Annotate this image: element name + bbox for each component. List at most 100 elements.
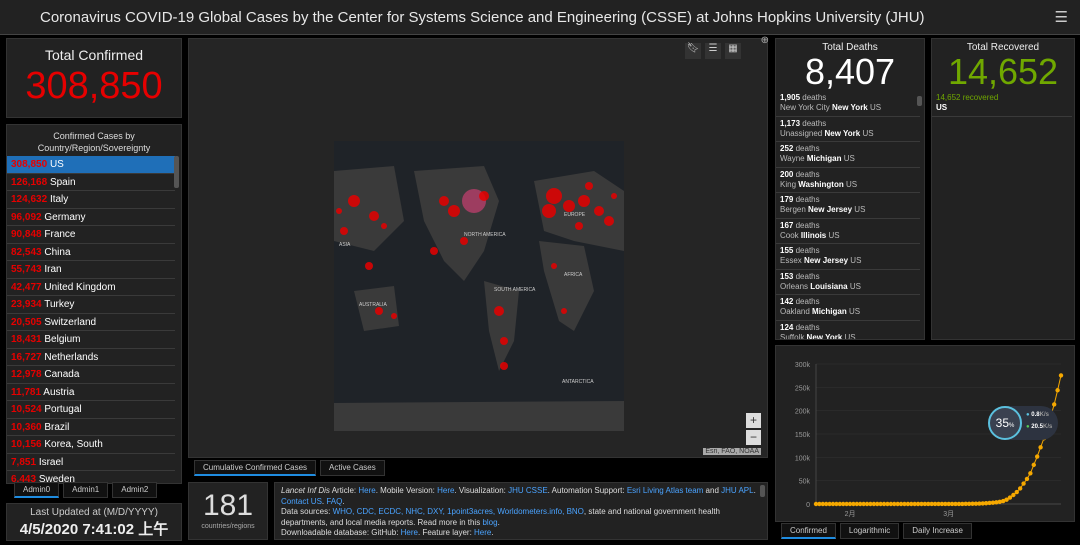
case-marker[interactable] [479, 191, 489, 201]
state: New Jersey [808, 205, 853, 214]
case-marker[interactable] [494, 306, 504, 316]
country-row[interactable]: 20,505 Switzerland [7, 314, 175, 331]
text: . [497, 517, 500, 527]
blog-link[interactable]: blog [482, 518, 497, 527]
case-marker[interactable] [336, 208, 342, 214]
death-item[interactable]: 179 deaths Bergen New Jersey US [776, 193, 920, 219]
tab-admin0[interactable]: Admin0 [14, 482, 60, 498]
case-marker[interactable] [578, 195, 590, 207]
world-map[interactable]: ASIA NORTH AMERICA EUROPE AFRICA AUSTRAL… [334, 141, 624, 431]
case-marker[interactable] [575, 222, 583, 230]
mobile-link[interactable]: Here [437, 486, 454, 495]
case-marker[interactable] [448, 205, 460, 217]
basemap-gallery-icon[interactable]: ▦ [725, 43, 741, 59]
death-item[interactable]: 167 deaths Cook Illinois US [776, 219, 920, 244]
scrollbar[interactable] [917, 96, 922, 106]
case-marker[interactable] [546, 188, 562, 204]
country-row[interactable]: 10,156 Korea, South [7, 436, 175, 454]
case-marker[interactable] [381, 223, 387, 229]
title-bar: Coronavirus COVID-19 Global Cases by the… [0, 0, 1080, 35]
total-deaths-value: 8,407 [804, 51, 896, 92]
text: Article: [329, 486, 359, 495]
country-row[interactable]: 82,543 China [7, 244, 175, 261]
case-marker[interactable] [365, 262, 373, 270]
country-row[interactable]: 126,168 Spain [7, 174, 175, 191]
case-marker[interactable] [369, 211, 379, 221]
case-marker[interactable] [460, 237, 468, 245]
case-marker[interactable] [439, 196, 449, 206]
death-item[interactable]: 252 deaths Wayne Michigan US [776, 142, 920, 168]
country-row[interactable]: 18,431 Belgium [7, 331, 175, 349]
death-item[interactable]: 1,905 deaths New York City New York US [776, 91, 920, 117]
text: . [342, 496, 345, 506]
expand-icon[interactable]: ⊕ [761, 35, 769, 46]
zoom-out-button[interactable]: − [746, 430, 761, 445]
case-marker[interactable] [611, 193, 617, 199]
hamburger-icon[interactable]: ☰ [1055, 8, 1068, 26]
recovered-item[interactable]: 14,652 recovered US [932, 91, 1072, 117]
github-link[interactable]: Here [401, 528, 418, 537]
tab-active-cases[interactable]: Active Cases [320, 460, 385, 476]
death-item[interactable]: 1,173 deaths Unassigned New York US [776, 117, 920, 142]
feature-layer-link[interactable]: Here [474, 528, 491, 537]
country-row[interactable]: 7,851 Israel [7, 454, 175, 471]
country: US [869, 103, 882, 112]
death-item[interactable]: 124 deaths Suffolk New York US [776, 321, 920, 340]
case-marker[interactable] [340, 227, 348, 235]
country-row[interactable]: 10,524 Portugal [7, 401, 175, 419]
tab-daily-increase[interactable]: Daily Increase [903, 523, 972, 539]
case-marker[interactable] [542, 204, 556, 218]
country-row[interactable]: 96,092 Germany [7, 209, 175, 226]
country-name: Switzerland [44, 316, 97, 328]
death-item[interactable]: 155 deaths Essex New Jersey US [776, 244, 920, 270]
tab-logarithmic[interactable]: Logarithmic [839, 523, 900, 539]
death-item[interactable]: 153 deaths Orleans Louisiana US [776, 270, 920, 295]
death-item[interactable]: 142 deaths Oakland Michigan US [776, 295, 920, 321]
case-marker[interactable] [500, 362, 508, 370]
country-row[interactable]: 55,743 Iran [7, 261, 175, 279]
case-marker[interactable] [585, 182, 593, 190]
state: Washington [798, 179, 844, 189]
total-confirmed-value: 308,850 [25, 65, 163, 107]
case-marker[interactable] [594, 206, 604, 216]
jhu-apl-link[interactable]: JHU APL [721, 486, 753, 495]
death-item[interactable]: 200 deaths King Washington US [776, 168, 920, 193]
article-link[interactable]: Here [358, 486, 375, 495]
map-panel[interactable]: 🔖︎ ☰ ▦ ⊕ ASIA NORTH AMERICA EUROPE AFRIC… [188, 35, 769, 458]
case-marker[interactable] [561, 308, 567, 314]
case-marker[interactable] [348, 195, 360, 207]
info-panel: Lancet Inf Dis Article: Here. Mobile Ver… [274, 482, 768, 540]
contact-link[interactable]: Contact US [281, 497, 322, 506]
case-marker[interactable] [500, 337, 508, 345]
tab-confirmed[interactable]: Confirmed [781, 523, 836, 539]
country-row[interactable]: 16,727 Netherlands [7, 349, 175, 366]
country-row[interactable]: 12,978 Canada [7, 366, 175, 384]
country-row[interactable]: 90,848 France [7, 226, 175, 244]
country-row[interactable]: 11,781 Austria [7, 384, 175, 401]
chart-panel[interactable]: 0 50k 100k 150k 200k 250k 300k 2月 3月 35% ● 0.8K/… [775, 345, 1075, 522]
case-marker[interactable] [604, 216, 614, 226]
tab-admin1[interactable]: Admin1 [63, 482, 109, 498]
country-row[interactable]: 308,850 US [7, 156, 175, 174]
state: Michigan [806, 154, 842, 163]
country-row[interactable]: 10,360 Brazil [7, 419, 175, 436]
faq-link[interactable]: FAQ [326, 497, 342, 506]
country-row[interactable]: 124,632 Italy [7, 191, 175, 209]
scrollbar[interactable] [174, 156, 179, 188]
case-marker[interactable] [563, 200, 575, 212]
case-marker[interactable] [551, 263, 557, 269]
case-marker[interactable] [391, 313, 397, 319]
jhu-csse-link[interactable]: JHU CSSE [508, 486, 548, 495]
zoom-in-button[interactable]: + [746, 413, 761, 428]
case-marker[interactable] [375, 307, 383, 315]
legend-icon[interactable]: ☰ [705, 43, 721, 59]
tab-cumulative-confirmed[interactable]: Cumulative Confirmed Cases [194, 460, 317, 476]
esri-link[interactable]: Esri Living Atlas team [627, 486, 703, 495]
data-sources-links[interactable]: WHO, CDC, ECDC, NHC, DXY, 1point3acres, … [333, 507, 584, 516]
country-row[interactable]: 23,934 Turkey [7, 296, 175, 314]
tab-admin2[interactable]: Admin2 [112, 482, 158, 498]
case-marker[interactable] [430, 247, 438, 255]
scrollbar[interactable] [760, 485, 765, 497]
bookmark-icon[interactable]: 🔖︎ [685, 43, 701, 59]
country-row[interactable]: 42,477 United Kingdom [7, 279, 175, 296]
